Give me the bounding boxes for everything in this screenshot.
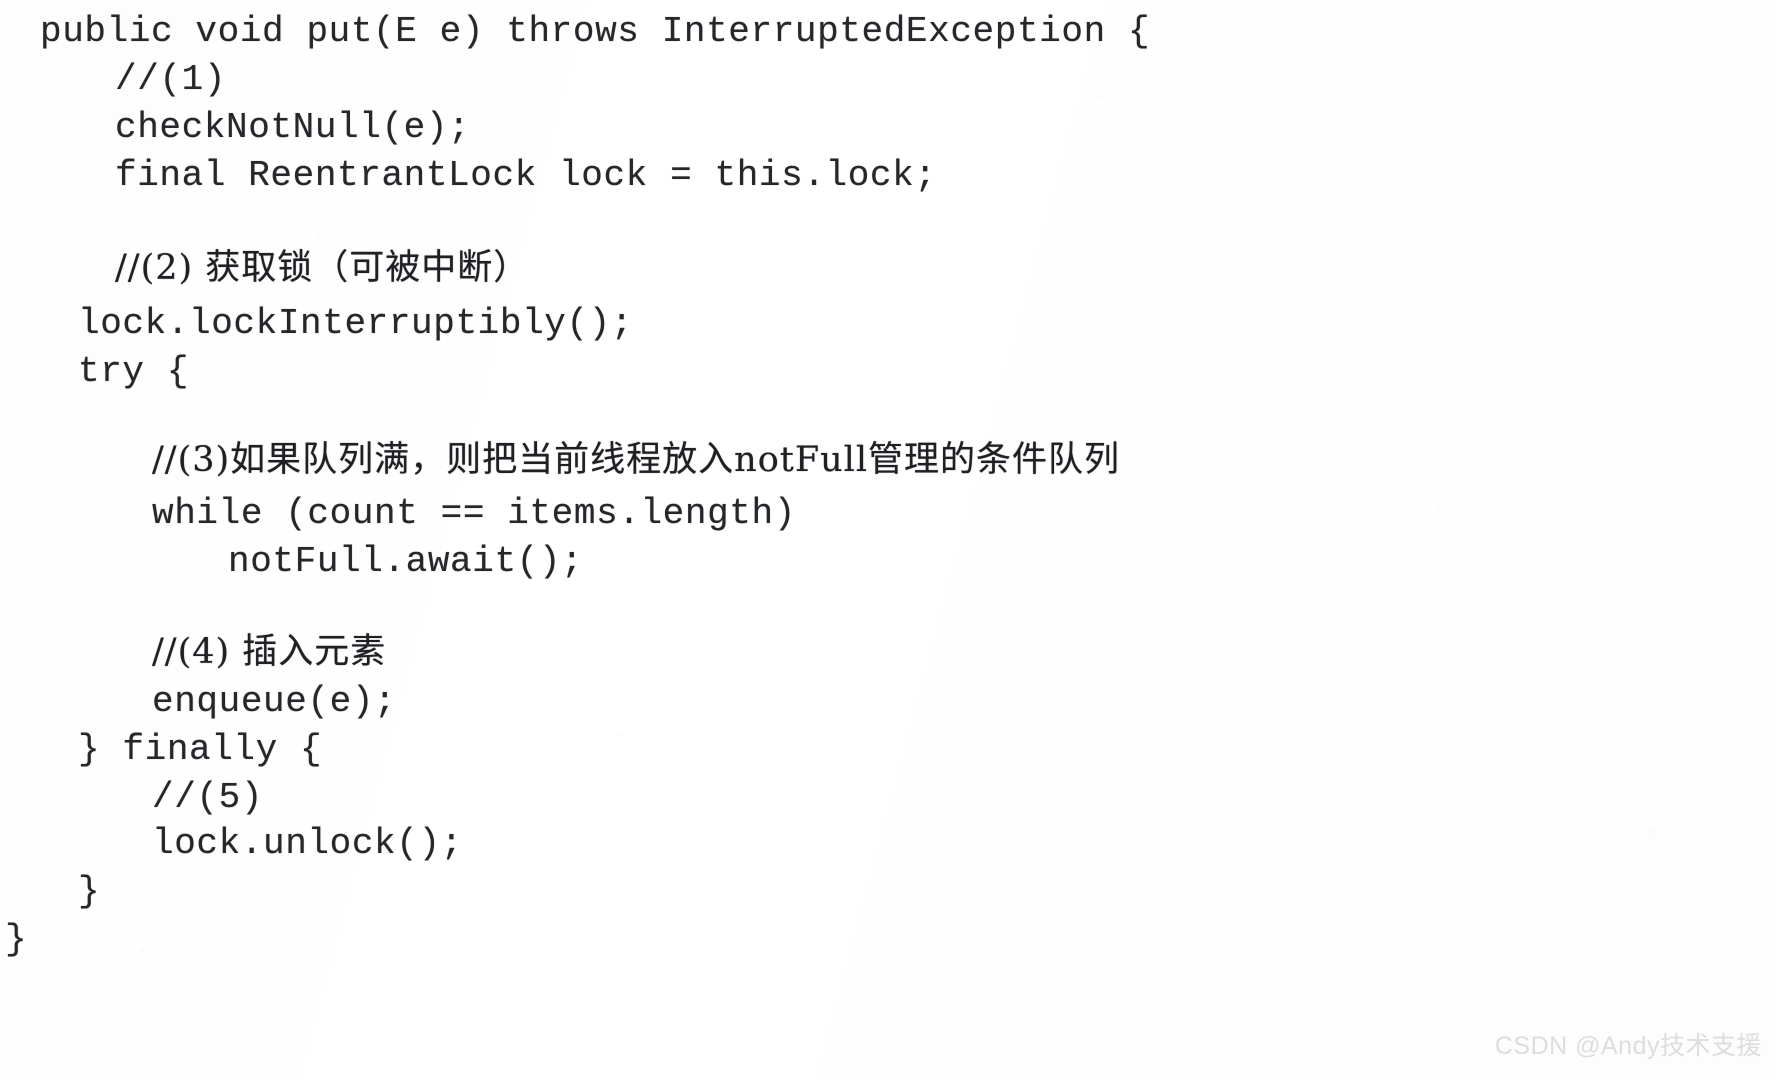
code-line: //(2) 获取锁（可被中断） — [115, 248, 530, 288]
code-line: try { — [78, 351, 190, 392]
code-line: //(3)如果队列满，则把当前线程放入notFull管理的条件队列 — [152, 440, 1121, 480]
code-line: //(4) 插入元素 — [152, 632, 387, 672]
code-line: while (count == items.length) — [152, 493, 796, 534]
scanned-page: public void put(E e) throws InterruptedE… — [0, 0, 1776, 1080]
code-line: lock.unlock(); — [152, 823, 463, 864]
code-line: final ReentrantLock lock = this.lock; — [115, 155, 937, 196]
code-line: } — [5, 919, 28, 960]
code-line: //(1) — [115, 59, 227, 100]
code-line: public void put(E e) throws InterruptedE… — [40, 11, 1151, 52]
code-line: } finally { — [78, 729, 323, 770]
code-line: checkNotNull(e); — [115, 107, 471, 148]
code-line: enqueue(e); — [152, 681, 397, 722]
code-line: //(5) — [152, 777, 264, 818]
code-listing: public void put(E e) throws InterruptedE… — [0, 0, 1776, 1080]
code-line: lock.lockInterruptibly(); — [78, 303, 634, 344]
code-line: } — [78, 871, 101, 912]
csdn-watermark: CSDN @Andy技术支援 — [1494, 1032, 1762, 1060]
code-line: notFull.await(); — [228, 541, 584, 582]
